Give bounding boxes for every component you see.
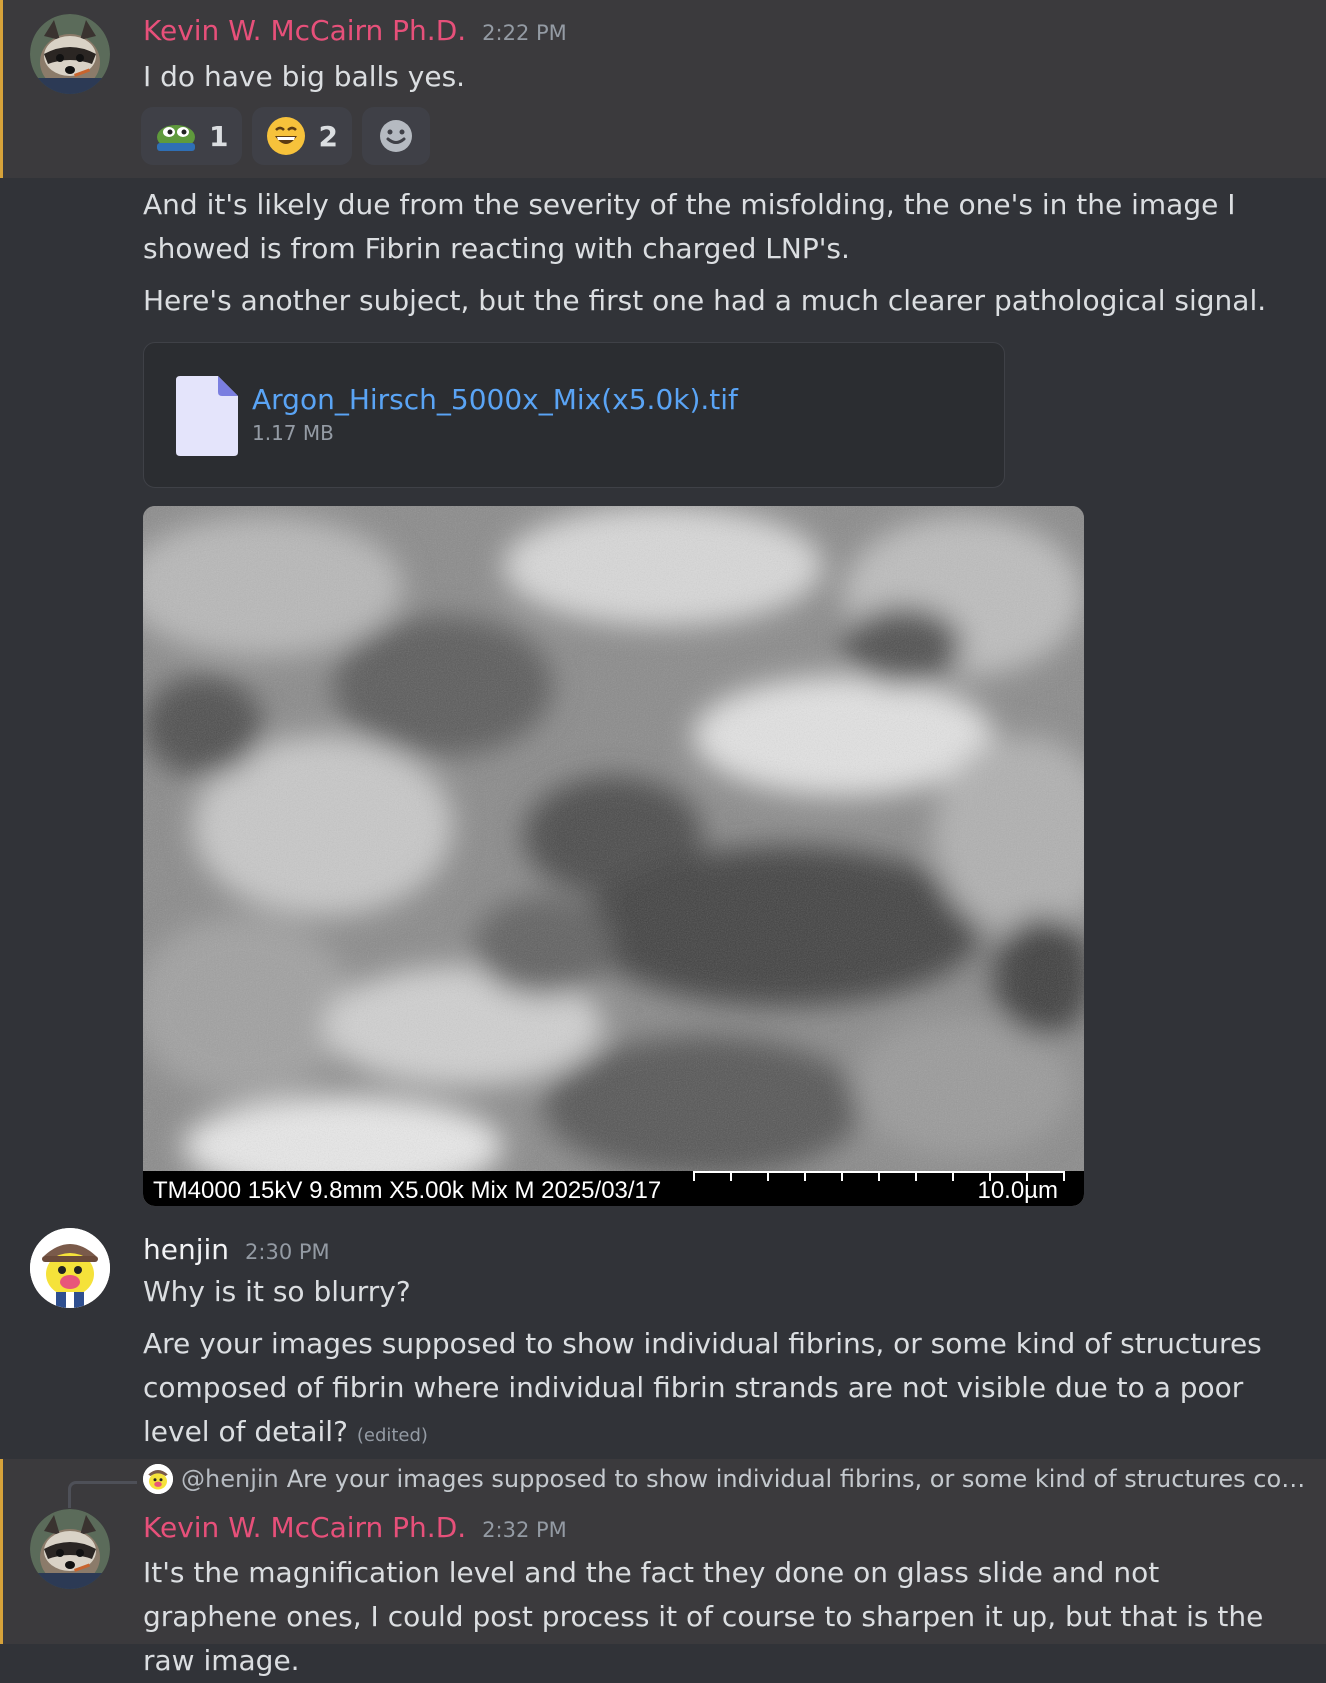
avatar[interactable] — [30, 1509, 110, 1589]
reply-connector — [68, 1481, 137, 1508]
file-size: 1.17 MB — [252, 421, 334, 445]
reply-username[interactable]: @henjin — [181, 1465, 279, 1493]
edited-label: (edited) — [356, 1425, 428, 1446]
message-text: Here's another subject, but the first on… — [143, 284, 1267, 317]
reaction-count: 2 — [318, 119, 338, 153]
username[interactable]: Kevin W. McCairn Ph.D. — [143, 1511, 466, 1544]
username[interactable]: Kevin W. McCairn Ph.D. — [143, 14, 466, 47]
message-text: Why is it so blurry? — [143, 1275, 411, 1308]
message-text: I do have big balls yes. — [143, 60, 466, 93]
reply-preview[interactable]: @henjin Are your images supposed to show… — [143, 1464, 1307, 1494]
sem-caption: TM4000 15kV 9.8mm X5.00k Mix M 2025/03/1… — [153, 1177, 662, 1204]
file-name-link[interactable]: Argon_Hirsch_5000x_Mix(x5.0k).tif — [252, 383, 738, 416]
reply-avatar — [143, 1464, 173, 1494]
reactions: 1 2 — [141, 107, 430, 165]
sem-scale-label: 10.0µm — [977, 1177, 1058, 1204]
message-text: And it's likely due from the severity of… — [143, 188, 1236, 265]
reaction-count: 1 — [209, 119, 229, 153]
file-attachment: Argon_Hirsch_5000x_Mix(x5.0k).tif 1.17 M… — [143, 342, 1005, 488]
message-kevin-1: Kevin W. McCairn Ph.D. 2:22 PM I do have… — [0, 0, 1326, 178]
reply-text: Are your images supposed to show individ… — [286, 1465, 1307, 1493]
sem-micrograph — [143, 506, 1084, 1206]
message-text: It's the magnification level and the fac… — [143, 1556, 1264, 1677]
add-reaction-button[interactable] — [361, 107, 430, 165]
file-icon — [176, 376, 238, 456]
username[interactable]: henjin — [143, 1233, 229, 1266]
message-text-edited: Are your images supposed to show individ… — [143, 1322, 1293, 1458]
timestamp: 2:32 PM — [482, 1518, 567, 1542]
image-attachment[interactable]: TM4000 15kV 9.8mm X5.00k Mix M 2025/03/1… — [143, 506, 1084, 1206]
avatar[interactable] — [30, 14, 110, 94]
timestamp: 2:30 PM — [245, 1240, 330, 1264]
grinning-face-icon — [267, 117, 306, 155]
message-kevin-2: @henjin Are your images supposed to show… — [0, 1459, 1326, 1677]
message-text: Are your images supposed to show individ… — [143, 1327, 1262, 1448]
reaction-pepe[interactable]: 1 — [141, 107, 243, 165]
reaction-grin[interactable]: 2 — [252, 107, 352, 165]
pepe-frog-icon — [157, 125, 195, 151]
sem-info-bar: TM4000 15kV 9.8mm X5.00k Mix M 2025/03/1… — [143, 1171, 1084, 1206]
avatar[interactable] — [30, 1228, 110, 1308]
add-reaction-icon — [379, 120, 412, 152]
timestamp: 2:22 PM — [482, 21, 567, 45]
